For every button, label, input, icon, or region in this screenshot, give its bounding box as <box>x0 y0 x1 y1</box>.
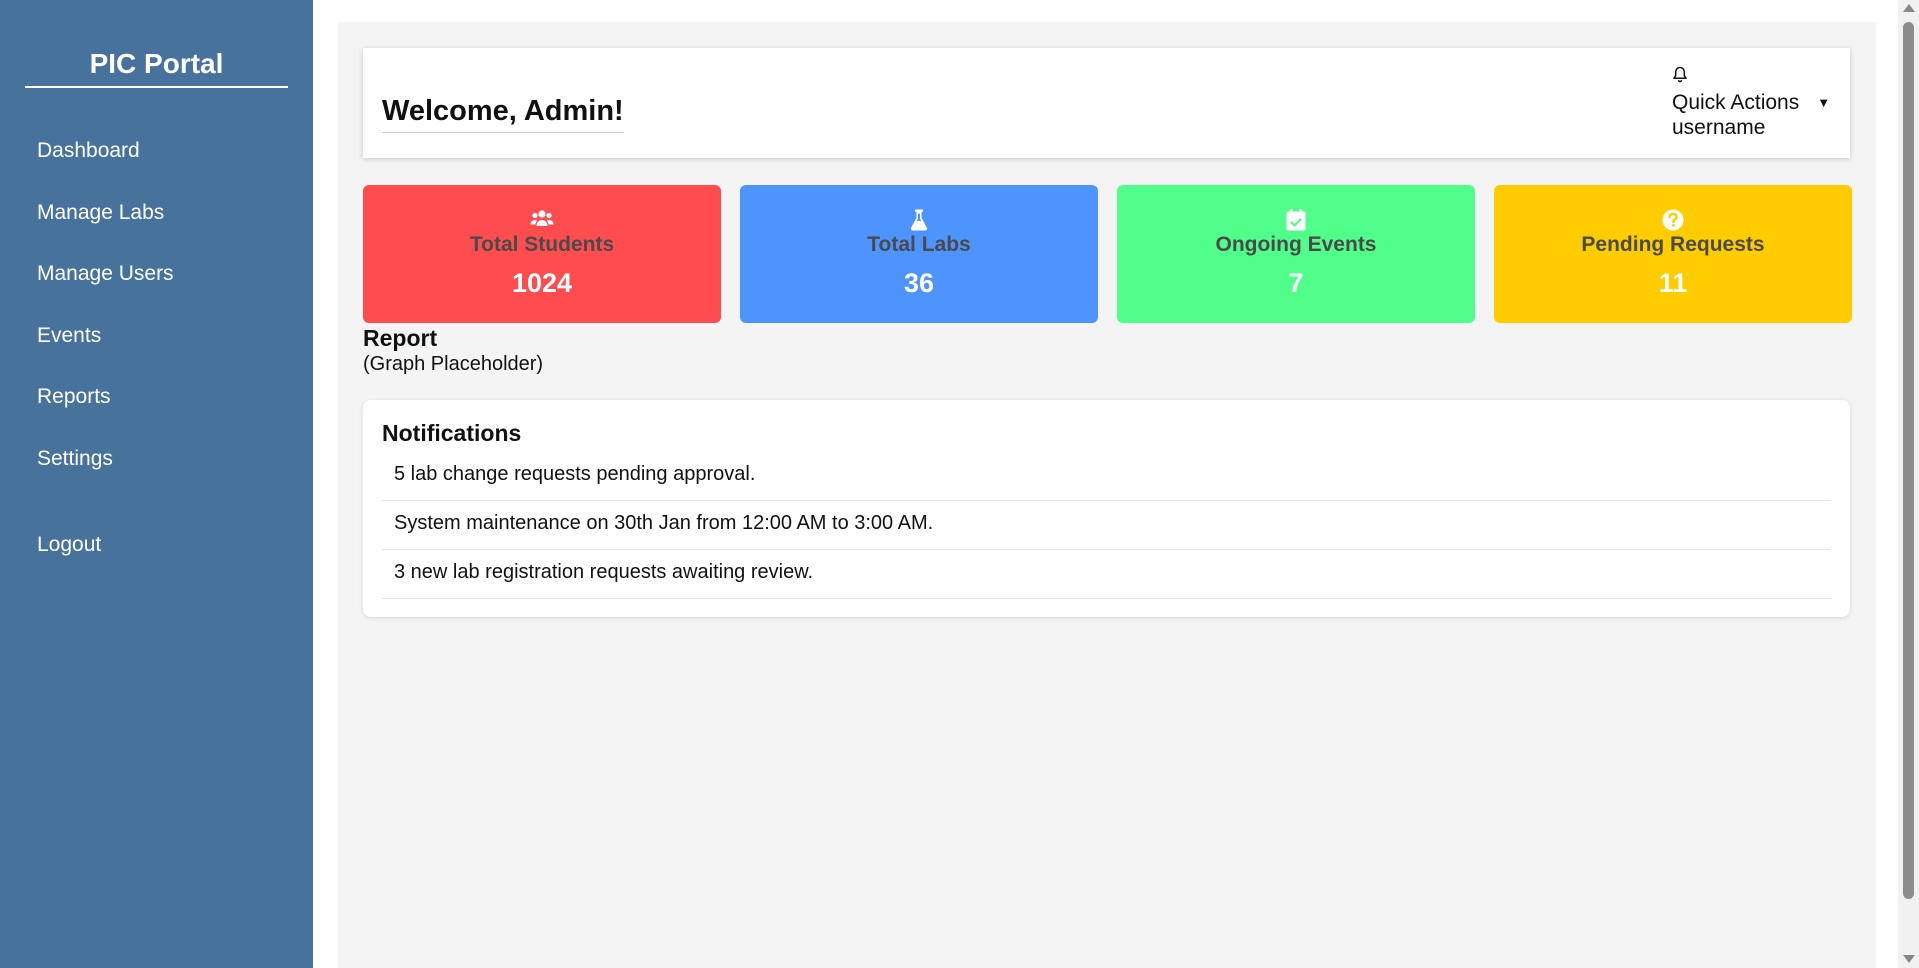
report-title: Report <box>363 325 438 351</box>
notification-item: System maintenance on 30th Jan from 12:0… <box>382 501 1831 550</box>
stat-value: 1024 <box>511 268 573 298</box>
sidebar-item-dashboard[interactable]: Dashboard <box>37 137 140 165</box>
page-scrollbar[interactable] <box>1898 0 1919 968</box>
sidebar-item-reports[interactable]: Reports <box>37 383 111 411</box>
users-icon <box>363 209 721 231</box>
notification-item: 5 lab change requests pending approval. <box>382 452 1831 501</box>
header-card: Welcome, Admin! Quick Actions ▼ username <box>363 48 1850 158</box>
caret-down-icon: ▼ <box>1817 95 1831 110</box>
stat-value: 11 <box>1658 268 1688 298</box>
quick-actions-dropdown[interactable]: Quick Actions ▼ <box>1672 90 1842 115</box>
stat-label: Pending Requests <box>1581 233 1765 256</box>
question-circle-icon <box>1494 209 1852 231</box>
stat-value: 36 <box>903 268 935 298</box>
notifications-title: Notifications <box>382 420 522 446</box>
scroll-down-arrow-icon[interactable] <box>1903 955 1915 963</box>
stat-label: Total Labs <box>867 233 971 256</box>
sidebar: PIC Portal Dashboard Manage Labs Manage … <box>0 0 313 968</box>
stat-card-total-students[interactable]: Total Students 1024 <box>363 185 721 323</box>
logout-link[interactable]: Logout <box>37 531 101 559</box>
sidebar-item-settings[interactable]: Settings <box>37 445 113 473</box>
username-label: username <box>1672 116 1766 139</box>
stat-card-ongoing-events[interactable]: Ongoing Events 7 <box>1117 185 1475 323</box>
quick-actions-label: Quick Actions <box>1672 91 1800 114</box>
scrollbar-thumb[interactable] <box>1903 22 1914 899</box>
notification-item: 3 new lab registration requests awaiting… <box>382 550 1831 599</box>
quick-actions: Quick Actions ▼ username <box>1672 66 1842 140</box>
stat-card-total-labs[interactable]: Total Labs 36 <box>740 185 1098 323</box>
calendar-check-icon <box>1117 209 1475 231</box>
notifications-list: 5 lab change requests pending approval. … <box>382 452 1831 599</box>
sidebar-item-events[interactable]: Events <box>37 322 101 350</box>
notifications-card: Notifications 5 lab change requests pend… <box>363 400 1850 617</box>
bell-icon[interactable] <box>1672 66 1842 90</box>
stat-label: Ongoing Events <box>1215 233 1377 256</box>
scroll-up-arrow-icon[interactable] <box>1903 4 1915 12</box>
graph-placeholder: (Graph Placeholder) <box>363 353 544 375</box>
main-content: Welcome, Admin! Quick Actions ▼ username <box>338 22 1876 968</box>
sidebar-item-manage-users[interactable]: Manage Users <box>37 260 174 288</box>
stat-value: 7 <box>1288 268 1304 298</box>
page-title: Welcome, Admin! <box>382 92 624 133</box>
brand-title: PIC Portal <box>25 42 288 88</box>
stat-card-pending-requests[interactable]: Pending Requests 11 <box>1494 185 1852 323</box>
stat-label: Total Students <box>469 233 615 256</box>
sidebar-item-manage-labs[interactable]: Manage Labs <box>37 199 164 227</box>
flask-icon <box>740 209 1098 231</box>
